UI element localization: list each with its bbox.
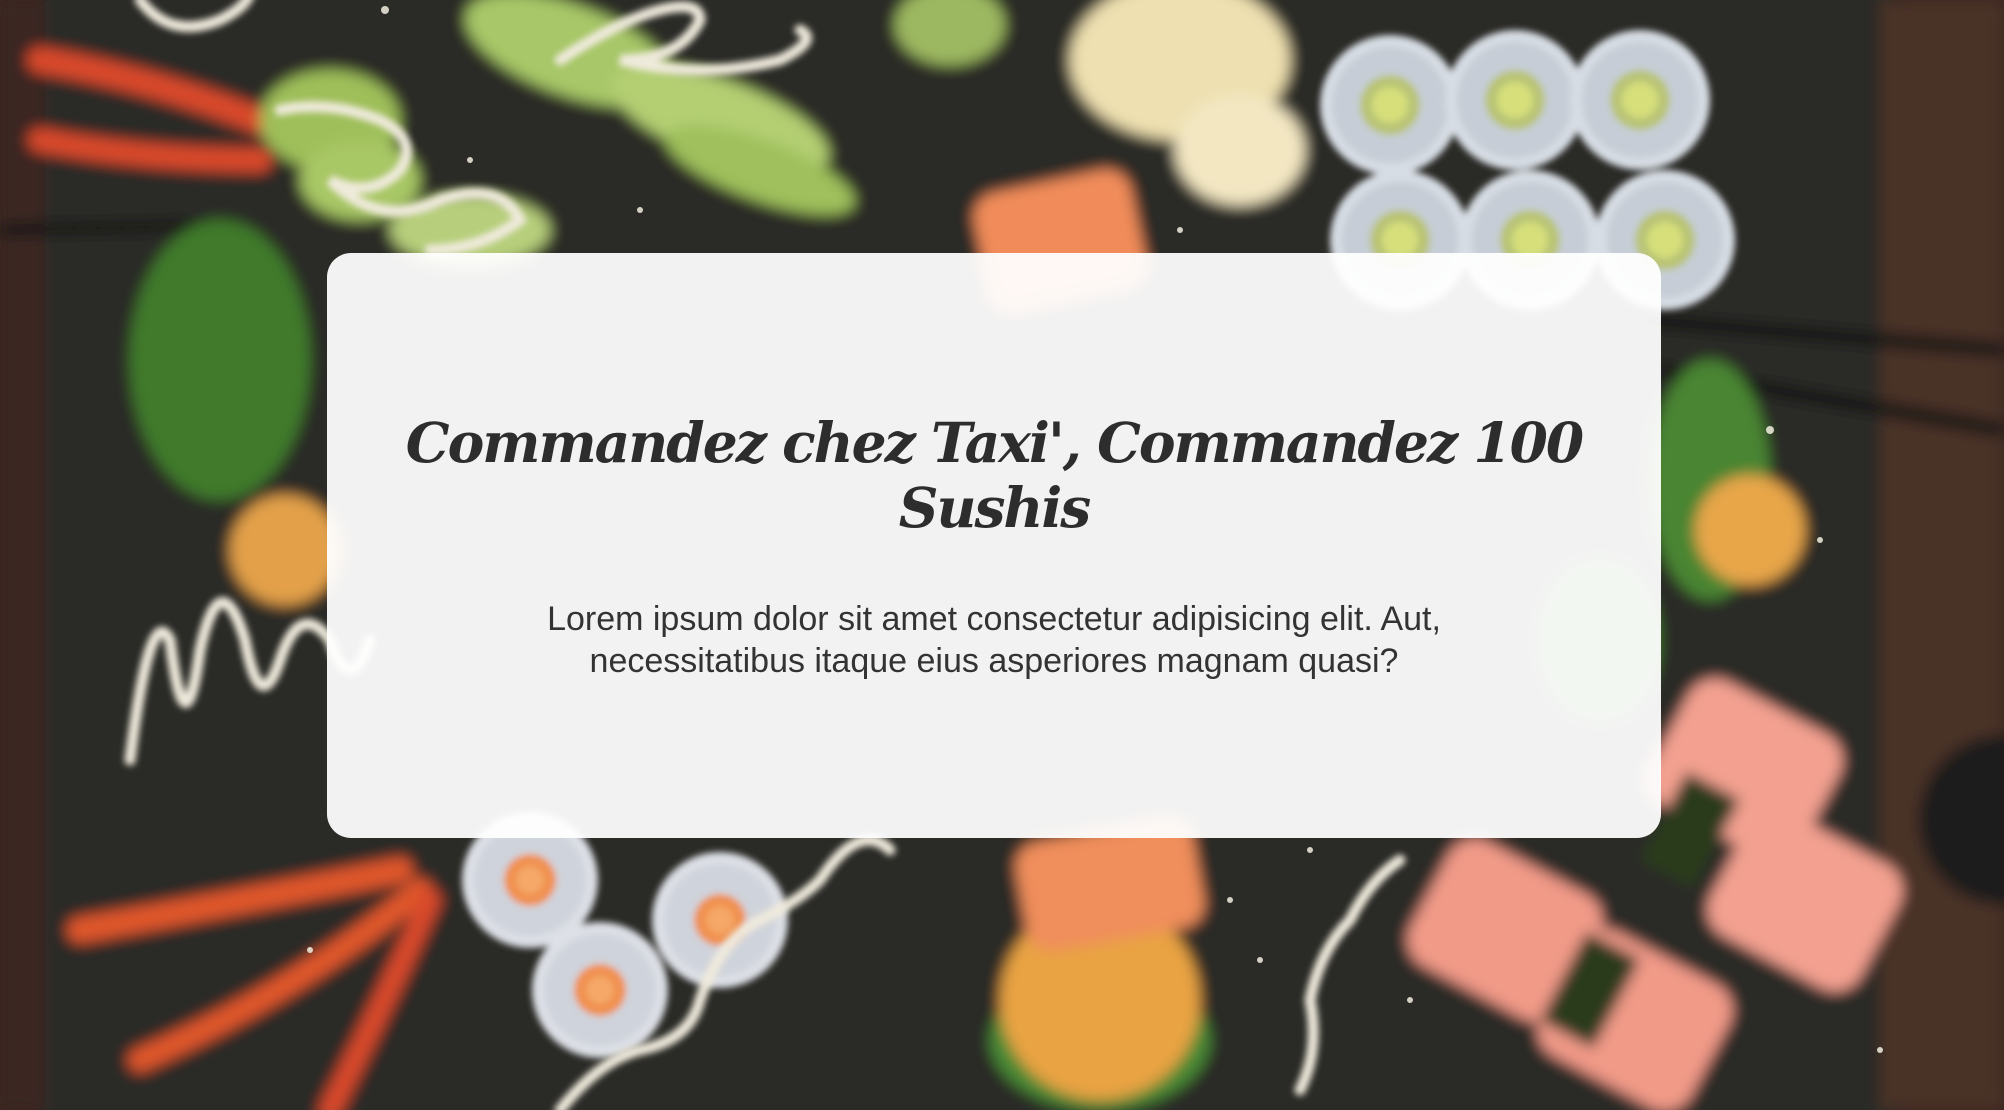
hero-card: Commandez chez Taxi', Commandez 100 Sush…: [327, 253, 1661, 838]
hero-description: Lorem ipsum dolor sit amet consectetur a…: [547, 599, 1441, 680]
hero-title: Commandez chez Taxi', Commandez 100 Sush…: [405, 409, 1584, 540]
